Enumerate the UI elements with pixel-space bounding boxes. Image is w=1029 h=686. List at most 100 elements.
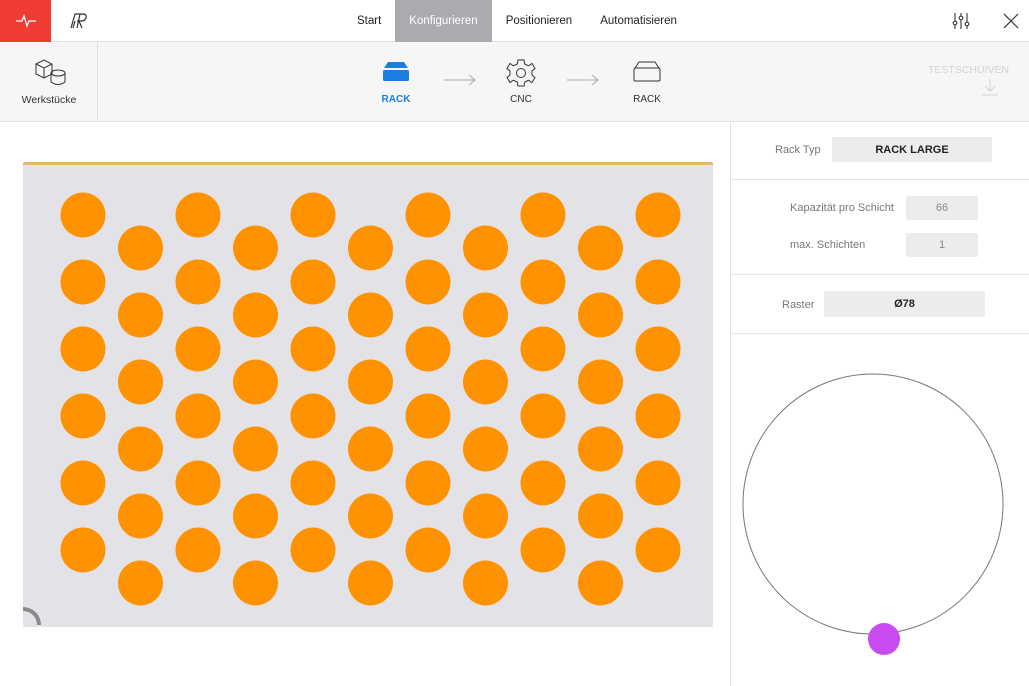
workpieces-icon — [35, 59, 66, 85]
workpiece-preview — [742, 373, 1004, 655]
rack-hole[interactable] — [405, 460, 451, 506]
rack-hole[interactable] — [348, 493, 393, 539]
top-navigation: Start Konfigurieren Positionieren Automa… — [0, 0, 1029, 42]
close-icon[interactable] — [1000, 10, 1022, 32]
rack-hole[interactable] — [118, 560, 163, 606]
grid-select[interactable]: Ø78 — [824, 291, 985, 317]
tab-start[interactable]: Start — [343, 0, 395, 42]
rack-hole[interactable] — [405, 326, 451, 372]
sliders-icon[interactable] — [950, 10, 972, 32]
pulse-button[interactable] — [0, 0, 51, 42]
rack-type-row: Rack Typ RACK LARGE — [731, 122, 1029, 180]
tab-positionieren[interactable]: Positionieren — [492, 0, 586, 42]
rack-hole[interactable] — [175, 527, 221, 573]
pulse-icon — [15, 14, 36, 28]
rack-hole[interactable] — [520, 460, 566, 506]
rack-hole[interactable] — [60, 192, 106, 238]
rack-hole[interactable] — [118, 292, 163, 338]
rack-hole[interactable] — [290, 192, 336, 238]
rack-hole[interactable] — [175, 460, 221, 506]
rack-hole[interactable] — [348, 359, 393, 405]
werkstuecke-button[interactable]: Werkstücke — [0, 42, 98, 122]
rack-hole[interactable] — [175, 393, 221, 439]
rack-hole[interactable] — [520, 393, 566, 439]
rack-hole[interactable] — [520, 192, 566, 238]
gripper-marker[interactable] — [868, 623, 900, 655]
werkstuecke-label: Werkstücke — [21, 94, 77, 106]
rack-hole[interactable] — [290, 259, 336, 305]
rack-hole[interactable] — [233, 560, 278, 606]
rack-hole[interactable] — [578, 493, 623, 539]
rack-hole[interactable] — [463, 426, 508, 472]
rack-hole[interactable] — [118, 493, 163, 539]
test-button[interactable]: TESTSCHUIVEN — [928, 64, 1029, 76]
rack-hole[interactable] — [635, 259, 681, 305]
rack-hole[interactable] — [60, 326, 106, 372]
rack-hole[interactable] — [635, 527, 681, 573]
tab-automatisieren[interactable]: Automatisieren — [586, 0, 691, 42]
rack-hole[interactable] — [175, 192, 221, 238]
rack-hole[interactable] — [60, 259, 106, 305]
rack-type-select[interactable]: RACK LARGE — [832, 137, 992, 162]
rack-hole[interactable] — [348, 225, 393, 271]
rack-hole[interactable] — [118, 359, 163, 405]
rack-hole[interactable] — [290, 527, 336, 573]
rack-hole[interactable] — [60, 460, 106, 506]
rack-hole[interactable] — [60, 527, 106, 573]
rack-hole[interactable] — [463, 292, 508, 338]
step-rack-source[interactable]: RACK — [366, 42, 426, 122]
rack-hole[interactable] — [405, 527, 451, 573]
rack-hole[interactable] — [348, 560, 393, 606]
rack-hole[interactable] — [578, 292, 623, 338]
download-icon — [982, 79, 998, 96]
rack-hole[interactable] — [635, 192, 681, 238]
rack-canvas[interactable] — [23, 165, 713, 627]
rack-hole[interactable] — [233, 493, 278, 539]
rack-hole[interactable] — [520, 259, 566, 305]
rack-hole[interactable] — [233, 359, 278, 405]
tab-konfigurieren[interactable]: Konfigurieren — [395, 0, 492, 42]
rack-hole[interactable] — [290, 393, 336, 439]
rack-hole[interactable] — [578, 359, 623, 405]
loading-arc-icon — [23, 607, 41, 626]
rack-hole[interactable] — [233, 292, 278, 338]
rack-hole[interactable] — [463, 560, 508, 606]
step-cnc-label: CNC — [510, 94, 532, 105]
rack-hole[interactable] — [290, 326, 336, 372]
grid-label: Raster — [782, 299, 815, 311]
rack-hole[interactable] — [405, 192, 451, 238]
rack-hole[interactable] — [578, 560, 623, 606]
rack-type-label: Rack Typ — [775, 144, 821, 156]
rack-hole[interactable] — [233, 426, 278, 472]
rack-hole[interactable] — [578, 225, 623, 271]
rack-hole-grid — [60, 192, 681, 606]
rack-hole[interactable] — [405, 259, 451, 305]
rack-hole[interactable] — [520, 527, 566, 573]
step-cnc[interactable]: CNC — [491, 42, 551, 122]
rack-hole[interactable] — [348, 292, 393, 338]
rack-hole[interactable] — [405, 393, 451, 439]
rack-hole[interactable] — [175, 326, 221, 372]
rack-hole[interactable] — [635, 460, 681, 506]
rack-hole[interactable] — [118, 426, 163, 472]
rack-hole[interactable] — [463, 225, 508, 271]
step-rack-source-label: RACK — [381, 94, 411, 105]
rack-hole[interactable] — [463, 359, 508, 405]
max-layers-label: max. Schichten — [790, 239, 866, 251]
rack-hole[interactable] — [233, 225, 278, 271]
workflow-toolbar: Werkstücke RACK CNC RACK TESTSCHUIVEN — [0, 42, 1029, 122]
step-rack-target-label: RACK — [633, 94, 661, 105]
grid-row: Raster Ø78 — [731, 275, 1029, 334]
rack-hole[interactable] — [635, 393, 681, 439]
arrow-right-icon — [567, 74, 599, 86]
rack-hole[interactable] — [520, 326, 566, 372]
rack-hole[interactable] — [635, 326, 681, 372]
rack-hole[interactable] — [578, 426, 623, 472]
rack-hole[interactable] — [348, 426, 393, 472]
rack-hole[interactable] — [290, 460, 336, 506]
rack-hole[interactable] — [175, 259, 221, 305]
rack-hole[interactable] — [463, 493, 508, 539]
rack-hole[interactable] — [118, 225, 163, 271]
step-rack-target[interactable]: RACK — [617, 42, 677, 122]
rack-hole[interactable] — [60, 393, 106, 439]
